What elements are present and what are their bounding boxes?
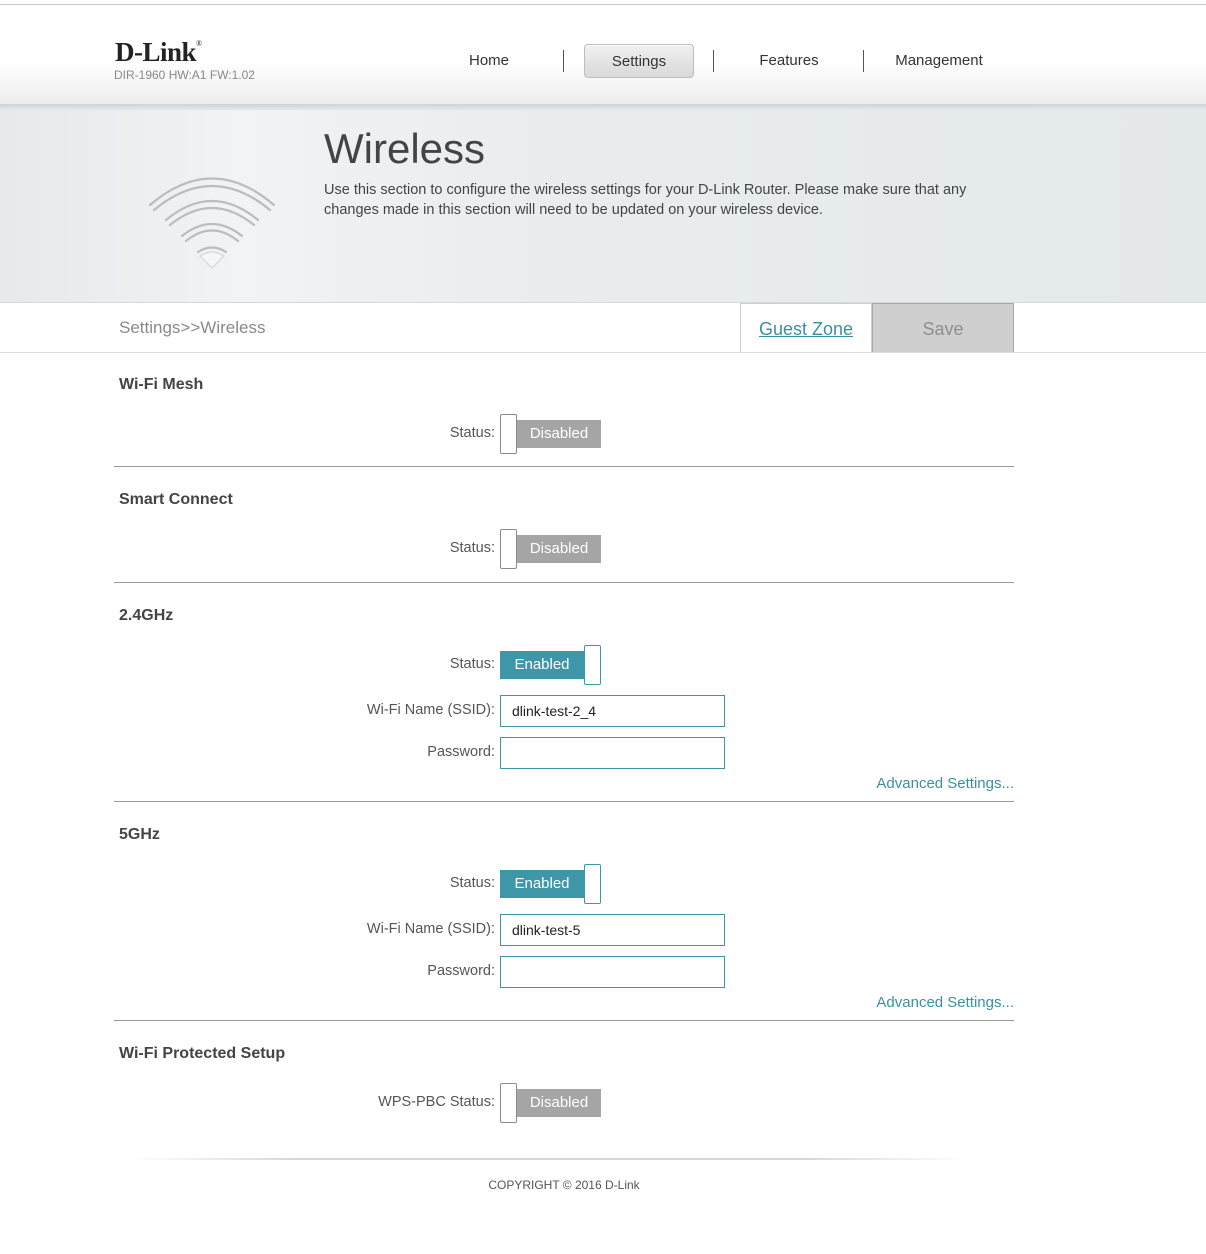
wifi-icon — [148, 177, 276, 270]
nav-separator — [713, 50, 714, 72]
save-button[interactable]: Save — [872, 303, 1014, 353]
banner-divider — [0, 302, 1206, 303]
band5-advanced-settings-link[interactable]: Advanced Settings... — [876, 994, 1014, 1011]
band5-status-toggle[interactable]: Enabled — [500, 864, 601, 904]
breadcrumb-divider — [0, 352, 1206, 353]
band24-password-label: Password: — [427, 744, 495, 760]
wps-status-label: WPS-PBC Status: — [378, 1094, 495, 1110]
brand-name: D-Link — [115, 37, 197, 67]
toggle-knob — [500, 529, 517, 569]
footer-divider — [130, 1158, 970, 1160]
copyright: COPYRIGHT © 2016 D-Link — [488, 1178, 640, 1192]
toggle-knob — [584, 864, 601, 904]
smart-connect-status-toggle[interactable]: Disabled — [500, 529, 601, 569]
page-title: Wireless — [324, 125, 486, 172]
page-description: Use this section to configure the wirele… — [324, 182, 967, 218]
section-title-smart-connect: Smart Connect — [119, 491, 233, 508]
section-title-wifi-mesh: Wi-Fi Mesh — [119, 376, 204, 393]
band5-ssid-input[interactable] — [500, 914, 725, 946]
band24-advanced-settings-link[interactable]: Advanced Settings... — [876, 775, 1014, 792]
breadcrumb: Settings>>Wireless — [119, 318, 266, 337]
model-info: DIR-1960 HW:A1 FW:1.02 — [114, 68, 255, 82]
section-divider — [114, 466, 1014, 467]
band5-status-label: Status: — [449, 875, 495, 891]
section-title-2-4ghz: 2.4GHz — [119, 607, 174, 624]
brand-logo: D-Link® — [115, 37, 202, 68]
band24-ssid-label: Wi-Fi Name (SSID): — [366, 702, 495, 718]
section-title-5ghz: 5GHz — [119, 826, 160, 843]
band24-password-input[interactable] — [500, 737, 725, 769]
toggle-knob — [500, 414, 517, 454]
nav-home[interactable]: Home — [432, 44, 546, 78]
nav-features[interactable]: Features — [732, 44, 846, 78]
smart-connect-status-label: Status: — [449, 540, 495, 556]
nav-separator — [563, 50, 564, 72]
band24-status-toggle[interactable]: Enabled — [500, 645, 601, 685]
toggle-knob — [500, 1083, 517, 1123]
guest-zone-link[interactable]: Guest Zone — [740, 303, 872, 353]
toggle-knob — [584, 645, 601, 685]
section-divider — [114, 582, 1014, 583]
section-divider — [114, 1020, 1014, 1021]
band24-ssid-input[interactable] — [500, 695, 725, 727]
mesh-status-label: Status: — [449, 425, 495, 441]
nav-settings[interactable]: Settings — [584, 44, 694, 78]
nav-management[interactable]: Management — [882, 44, 996, 78]
mesh-status-toggle[interactable]: Disabled — [500, 414, 601, 454]
band5-password-input[interactable] — [500, 956, 725, 988]
band24-status-label: Status: — [449, 656, 495, 672]
wps-status-toggle[interactable]: Disabled — [500, 1083, 601, 1123]
band5-password-label: Password: — [427, 963, 495, 979]
band5-ssid-label: Wi-Fi Name (SSID): — [366, 921, 495, 937]
nav-separator — [863, 50, 864, 72]
section-divider — [114, 801, 1014, 802]
brand-mark: ® — [196, 39, 202, 48]
section-title-wps: Wi-Fi Protected Setup — [119, 1045, 286, 1062]
